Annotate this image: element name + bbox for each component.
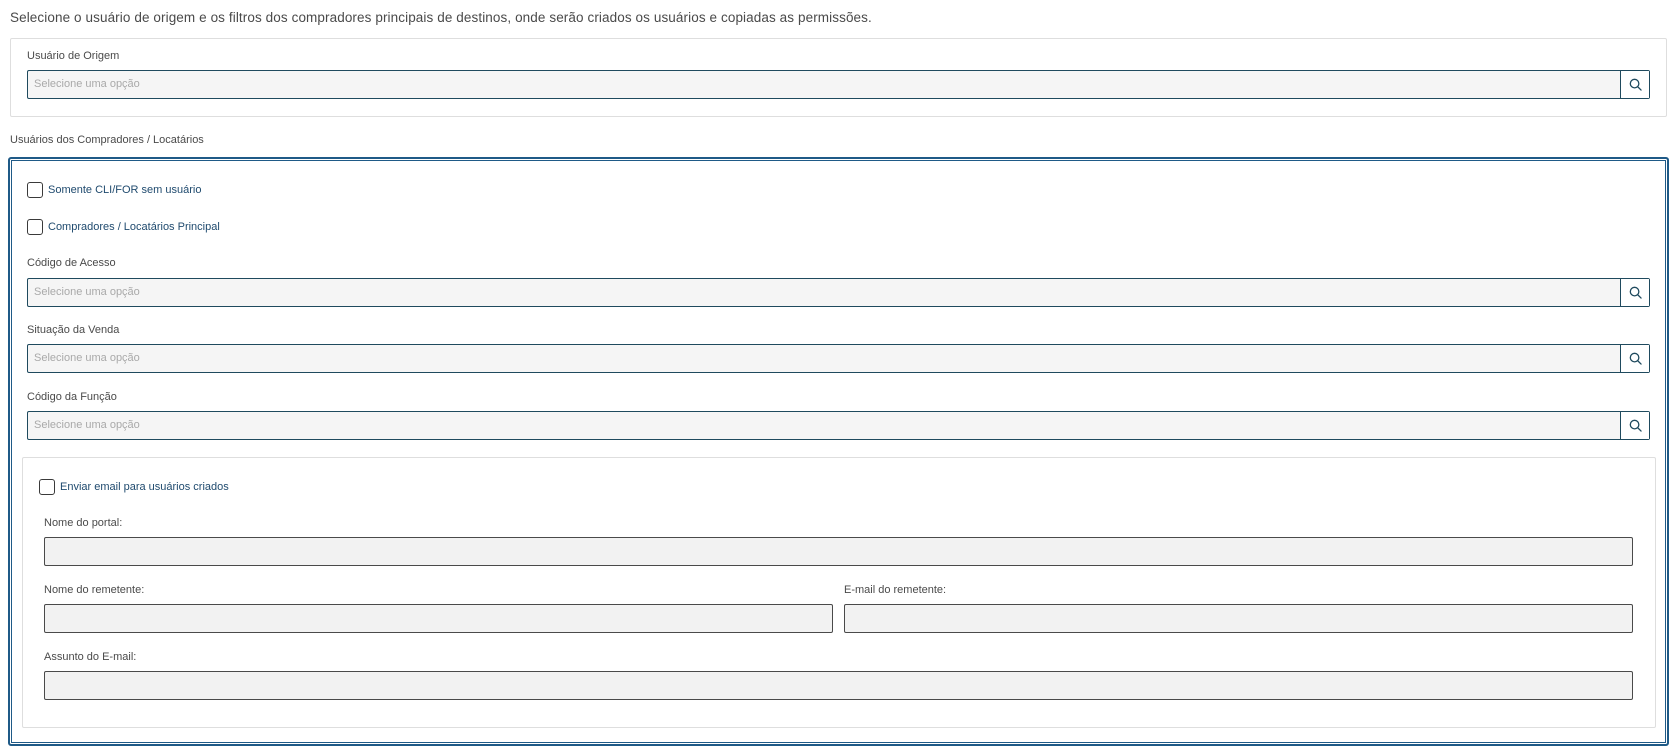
send-email-option[interactable]: Enviar email para usuários criados bbox=[39, 479, 229, 495]
search-icon bbox=[1629, 419, 1642, 432]
portal-name-input[interactable] bbox=[44, 537, 1633, 566]
origin-user-label: Usuário de Origem bbox=[27, 50, 120, 62]
only-without-user-label[interactable]: Somente CLI/FOR sem usuário bbox=[48, 184, 201, 196]
sale-status-placeholder: Selecione uma opção bbox=[34, 352, 140, 364]
sender-email-input[interactable] bbox=[844, 604, 1633, 633]
only-without-user-option[interactable]: Somente CLI/FOR sem usuário bbox=[27, 182, 201, 198]
main-buyers-label[interactable]: Compradores / Locatários Principal bbox=[48, 221, 220, 233]
main-buyers-option[interactable]: Compradores / Locatários Principal bbox=[27, 219, 220, 235]
sender-name-label: Nome do remetente: bbox=[44, 584, 145, 596]
main-buyers-checkbox[interactable] bbox=[27, 219, 43, 235]
sale-status-select[interactable]: Selecione uma opção bbox=[27, 344, 1650, 373]
function-code-placeholder: Selecione uma opção bbox=[34, 419, 140, 431]
subject-label: Assunto do E-mail: bbox=[44, 651, 137, 663]
function-code-select[interactable]: Selecione uma opção bbox=[27, 411, 1650, 440]
access-code-select[interactable]: Selecione uma opção bbox=[27, 278, 1650, 307]
origin-user-placeholder: Selecione uma opção bbox=[34, 78, 140, 90]
origin-user-search-button[interactable] bbox=[1620, 71, 1649, 98]
origin-user-select[interactable]: Selecione uma opção bbox=[27, 70, 1650, 99]
sender-email-label: E-mail do remetente: bbox=[844, 584, 947, 596]
access-code-placeholder: Selecione uma opção bbox=[34, 286, 140, 298]
portal-name-label: Nome do portal: bbox=[44, 517, 123, 529]
buyers-section-title: Usuários dos Compradores / Locatários bbox=[10, 134, 204, 146]
sender-name-input[interactable] bbox=[44, 604, 833, 633]
search-icon bbox=[1629, 352, 1642, 365]
access-code-search-button[interactable] bbox=[1620, 279, 1649, 306]
only-without-user-checkbox[interactable] bbox=[27, 182, 43, 198]
access-code-label: Código de Acesso bbox=[27, 257, 116, 269]
subject-input[interactable] bbox=[44, 671, 1633, 700]
sale-status-label: Situação da Venda bbox=[27, 324, 120, 336]
function-code-search-button[interactable] bbox=[1620, 412, 1649, 439]
search-icon bbox=[1629, 78, 1642, 91]
function-code-label: Código da Função bbox=[27, 391, 117, 403]
search-icon bbox=[1629, 286, 1642, 299]
page-description: Selecione o usuário de origem e os filtr… bbox=[10, 10, 872, 25]
send-email-checkbox[interactable] bbox=[39, 479, 55, 495]
send-email-label[interactable]: Enviar email para usuários criados bbox=[60, 481, 229, 493]
sale-status-search-button[interactable] bbox=[1620, 345, 1649, 372]
